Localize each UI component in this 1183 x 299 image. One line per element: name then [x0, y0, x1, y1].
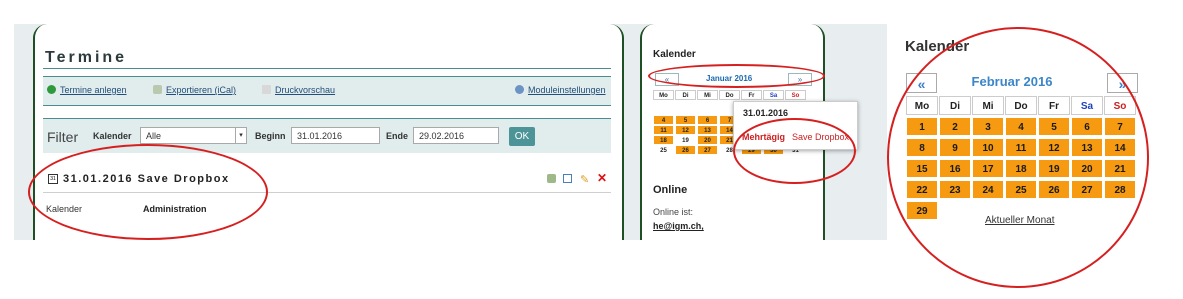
mini-calendar-day[interactable]: 19	[675, 135, 696, 145]
module-settings-label: Moduleinstellungen	[528, 85, 606, 95]
mini-weekday-header: Mo	[653, 90, 674, 100]
online-heading: Online	[653, 184, 688, 196]
mini-weekday-header: Do	[719, 90, 740, 100]
mini-weekday-header: Mi	[697, 90, 718, 100]
popup-date: 31.01.2016	[743, 108, 789, 118]
mini-calendar-day[interactable]: 18	[653, 135, 674, 145]
delete-icon[interactable]: ✕	[597, 171, 607, 185]
copy-icon[interactable]	[563, 174, 572, 183]
module-settings-link[interactable]: Moduleinstellungen	[515, 85, 606, 95]
mini-calendar-day[interactable]: 12	[675, 125, 696, 135]
export-label: Exportieren (iCal)	[166, 85, 237, 95]
mini-calendar-day[interactable]: 27	[697, 145, 718, 155]
export-icon	[153, 85, 162, 94]
print-preview-link[interactable]: Druckvorschau	[262, 85, 335, 95]
export-ical-link[interactable]: Exportieren (iCal)	[153, 85, 236, 95]
end-label: Ende	[386, 131, 409, 141]
filter-title: Filter	[47, 129, 79, 145]
online-text: Online ist:	[653, 207, 694, 217]
chevron-down-icon: ▾	[235, 128, 246, 143]
export-event-icon[interactable]	[547, 174, 556, 183]
mini-weekday-header: Di	[675, 90, 696, 100]
title-divider	[43, 68, 611, 69]
print-label: Druckvorschau	[275, 85, 336, 95]
printer-icon	[262, 85, 271, 94]
annotation-circle-mini-month	[648, 64, 825, 88]
mini-calendar-day[interactable]: 26	[675, 145, 696, 155]
sidebar-calendar-heading: Kalender	[653, 49, 696, 60]
annotation-circle-popup	[733, 118, 856, 184]
create-event-link[interactable]: Termine anlegen	[47, 85, 127, 95]
calendar-select[interactable]: Alle ▾	[140, 127, 247, 144]
online-user-link[interactable]: he@igm.ch,	[653, 221, 704, 231]
begin-label: Beginn	[255, 131, 286, 141]
calendar-select-value: Alle	[146, 131, 162, 141]
begin-date-input[interactable]	[291, 127, 380, 144]
mini-calendar-day[interactable]: 5	[675, 115, 696, 125]
mini-calendar-day[interactable]: 25	[653, 145, 674, 155]
mini-calendar-day[interactable]: 13	[697, 125, 718, 135]
ok-button[interactable]: OK	[509, 127, 535, 146]
mini-weekday-header: Sa	[763, 90, 784, 100]
mini-calendar-day[interactable]: 11	[653, 125, 674, 135]
page-title: Termine	[45, 49, 128, 66]
mini-weekday-header: So	[785, 90, 806, 100]
add-icon	[47, 85, 56, 94]
mini-weekday-header: Fr	[741, 90, 762, 100]
annotation-circle-calendar	[887, 27, 1149, 288]
annotation-circle-event	[28, 144, 268, 240]
mini-calendar-day[interactable]: 6	[697, 115, 718, 125]
filter-calendar-label: Kalender	[93, 131, 132, 141]
end-date-input[interactable]	[413, 127, 499, 144]
events-toolbar: Termine anlegen Exportieren (iCal) Druck…	[43, 76, 611, 106]
edit-icon[interactable]: ✎	[580, 173, 589, 186]
create-event-label: Termine anlegen	[60, 85, 127, 95]
mini-calendar-day[interactable]: 20	[697, 135, 718, 145]
mini-calendar-day[interactable]: 4	[653, 115, 674, 125]
settings-icon	[515, 85, 524, 94]
